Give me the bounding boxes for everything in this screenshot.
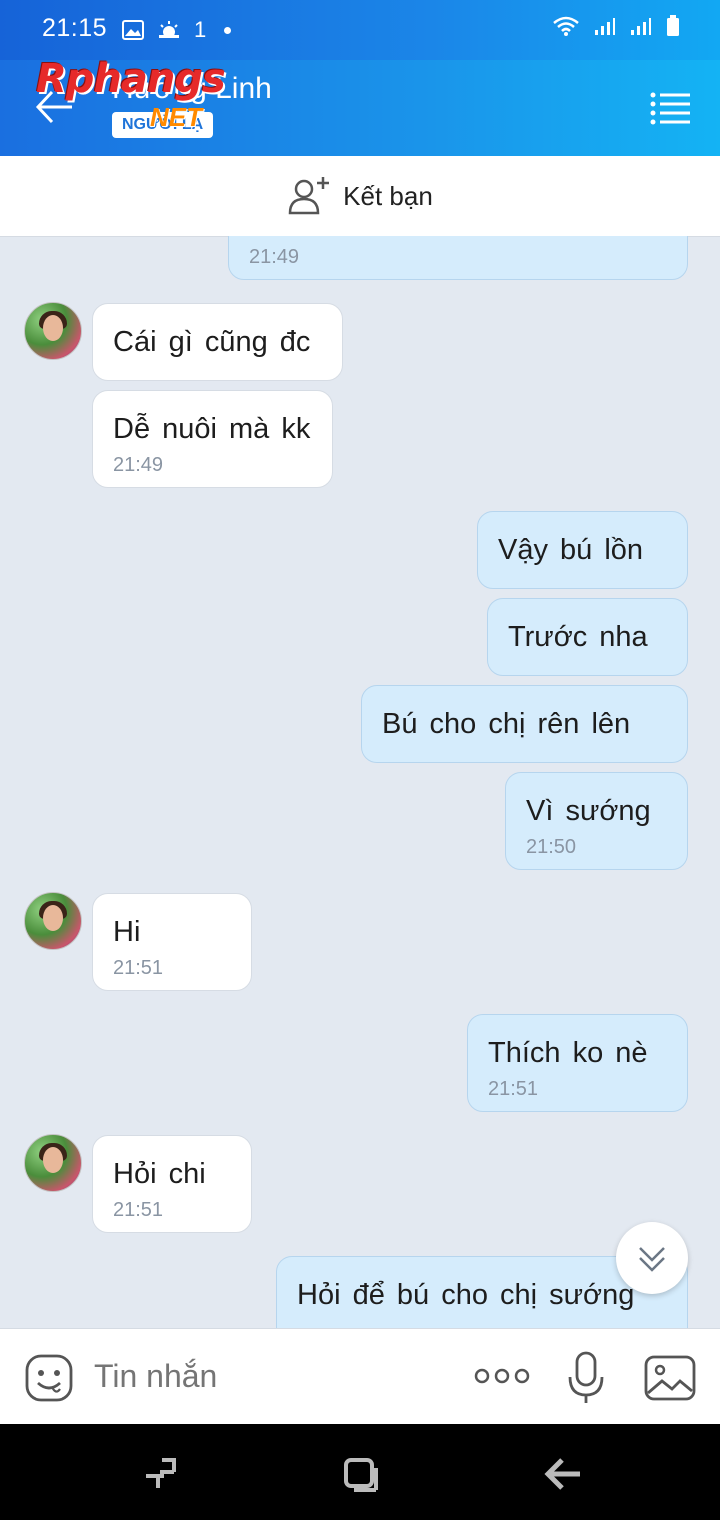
message-text: Dễ nuôi mà kk — [113, 413, 311, 445]
message-composer — [0, 1328, 720, 1425]
back-icon[interactable] — [540, 1454, 584, 1494]
contact-avatar[interactable] — [24, 1134, 82, 1192]
message-text: Bú cho chị rên lên — [382, 708, 631, 740]
contact-avatar[interactable] — [24, 892, 82, 950]
recent-apps-icon[interactable] — [140, 1454, 180, 1494]
status-system-icons — [552, 15, 680, 37]
microphone-icon[interactable] — [566, 1351, 606, 1405]
message-text: Hỏi chi — [113, 1158, 206, 1190]
photo-gallery-icon[interactable] — [644, 1355, 696, 1401]
message-text: Vậy bú lồn — [498, 534, 644, 566]
message-text: Cái gì cũng đc — [113, 326, 311, 358]
message-bubble-outgoing[interactable]: Vì sướng 21:50 — [505, 772, 688, 870]
add-friend-button[interactable]: Kết bạn — [0, 156, 720, 237]
message-time: 21:50 — [526, 836, 577, 858]
emoji-sticker-icon[interactable] — [24, 1353, 74, 1403]
watermark-logo-sub: NET — [150, 102, 202, 132]
message-bubble-outgoing[interactable]: Vậy bú lồn — [477, 511, 688, 589]
message-bubble-incoming[interactable]: Cái gì cũng đc — [92, 303, 343, 381]
message-bubble-outgoing[interactable]: Bú cho chị rên lên — [361, 685, 688, 763]
chat-header: Hương Linh NGƯỜI LẠ Rphangs NET — [0, 56, 720, 156]
gallery-icon — [122, 20, 144, 40]
status-bar: 21:15 1 — [0, 0, 720, 60]
status-notifications: 1 — [122, 17, 232, 43]
watermark-logo: Rphangs — [36, 56, 226, 102]
message-text: Trước nha — [508, 621, 648, 653]
message-bubble-incoming[interactable]: Dễ nuôi mà kk 21:49 — [92, 390, 333, 488]
message-time: 21:51 — [113, 1199, 164, 1221]
message-input[interactable] — [92, 1357, 456, 1396]
message-time: 21:49 — [113, 454, 164, 476]
message-text: Hi — [113, 916, 141, 948]
battery-icon — [667, 15, 679, 36]
menu-list-icon[interactable] — [650, 90, 692, 126]
message-bubble-outgoing[interactable]: Thích ko nè 21:51 — [467, 1014, 688, 1112]
more-notifications-dot — [224, 26, 232, 34]
message-bubble-outgoing[interactable]: 21:49 — [228, 236, 688, 280]
message-time: 21:51 — [113, 957, 164, 979]
weather-icon — [159, 21, 179, 38]
system-navigation-bar — [0, 1424, 720, 1520]
notification-count: 1 — [194, 17, 207, 42]
add-friend-label: Kết bạn — [343, 180, 433, 211]
message-time: 21:49 — [249, 246, 300, 268]
home-icon[interactable] — [340, 1454, 380, 1494]
message-text: Thích ko nè — [488, 1037, 648, 1069]
status-time: 21:15 — [42, 14, 108, 42]
message-bubble-outgoing[interactable]: Trước nha — [487, 598, 688, 676]
message-bubble-incoming[interactable]: Hi 21:51 — [92, 893, 252, 991]
more-options-icon[interactable] — [474, 1363, 530, 1389]
scroll-to-bottom-button[interactable] — [616, 1222, 688, 1294]
message-time: 21:51 — [488, 1078, 539, 1100]
contact-avatar[interactable] — [24, 302, 82, 360]
signal-icon — [595, 18, 615, 35]
message-bubble-incoming[interactable]: Hỏi chi 21:51 — [92, 1135, 252, 1233]
message-list[interactable]: 21:49 Cái gì cũng đc Dễ nuôi mà kk 21:49… — [0, 236, 720, 1328]
double-chevron-down-icon — [639, 1247, 665, 1272]
add-person-icon — [288, 177, 330, 215]
message-text: Hỏi để bú cho chị sướng — [297, 1279, 635, 1311]
message-text: Vì sướng — [526, 795, 651, 827]
signal-icon-2 — [631, 18, 651, 35]
wifi-icon — [553, 16, 579, 36]
